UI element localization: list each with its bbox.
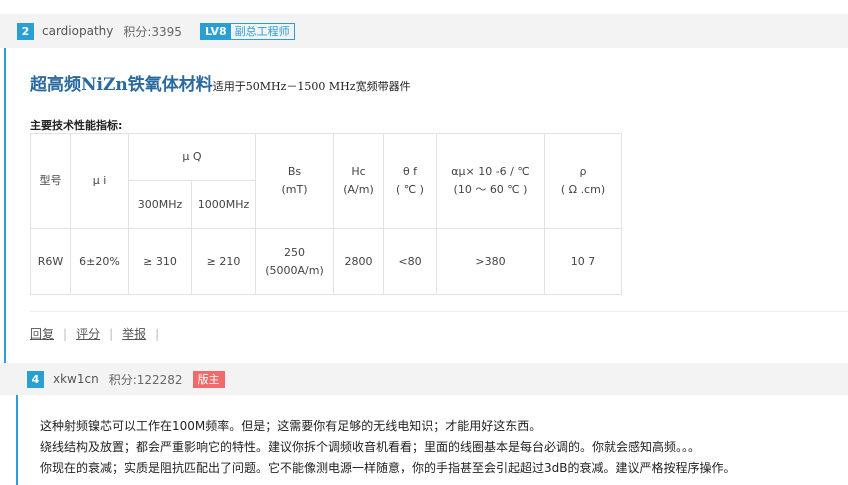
post-title-main: 超高频NiZn铁氧体材料 (30, 75, 213, 95)
cell-model: R6W (30, 228, 71, 295)
reply-link[interactable]: 回复 (30, 327, 54, 341)
cell-hc: 2800 (333, 228, 384, 295)
header-bs-name: Bs (287, 165, 302, 178)
header-rho: ρ ( Ω .cm) (544, 133, 622, 229)
post-body-line: 你现在的衰减；实质是阻抗匹配出了问题。它不能像测电源一样随意，你的手指甚至会引起… (40, 461, 736, 475)
header-300mhz: 300MHz (128, 180, 192, 229)
moderator-badge: 版主 (192, 370, 225, 388)
header-bs-unit: (mT) (281, 183, 308, 196)
user-score: 积分:122282 (108, 372, 183, 387)
header-rho-unit: ( Ω .cm) (560, 183, 606, 196)
header-1000mhz: 1000MHz (191, 180, 256, 229)
post-header: 2 cardiopathy 积分:3395 LV8 副总工程师 (0, 14, 848, 48)
timeline-line (4, 30, 6, 380)
user-level-badge: LV8 副总工程师 (199, 22, 295, 40)
post-divider (30, 311, 848, 312)
header-theta: θ f ( ℃ ) (383, 133, 437, 229)
cell-bs-condition: (5000A/m) (265, 263, 324, 277)
cell-bs: 250 (5000A/m) (255, 228, 334, 295)
header-alpha: αμ× 10 -6 / ℃ (10 ～ 60 ℃ ) (436, 133, 545, 229)
level-number: LV8 (200, 22, 231, 40)
post-body: 这种射频镍芯可以工作在100M频率。但是；这需要你有足够的无线电知识；才能用好这… (40, 416, 736, 479)
post-title: 超高频NiZn铁氧体材料适用于50MHz－1500 MHz宽频带器件 (30, 70, 411, 95)
action-separator: | (109, 327, 114, 341)
spec-heading: 主要技术性能指标: (30, 119, 123, 132)
post-header: 4 xkw1cn 积分:122282 版主 (0, 363, 848, 395)
header-hc-name: Hc (351, 165, 366, 178)
cell-300mhz: ≥ 310 (128, 228, 192, 295)
report-link[interactable]: 举报 (122, 327, 146, 341)
post-body-line: 这种射频镍芯可以工作在100M频率。但是；这需要你有足够的无线电知识；才能用好这… (40, 419, 542, 433)
header-alpha-name: αμ× 10 -6 / ℃ (451, 165, 530, 178)
cell-rho: 10 7 (544, 228, 622, 295)
user-score: 积分:3395 (123, 24, 182, 39)
header-alpha-unit: (10 ～ 60 ℃ ) (453, 183, 528, 196)
header-rho-name: ρ (579, 165, 587, 178)
header-bs: Bs (mT) (255, 133, 334, 229)
post-actions: 回复 | 评分 | 举报 | (30, 325, 168, 342)
header-theta-name: θ f (402, 165, 418, 178)
floor-number-badge: 2 (17, 22, 34, 40)
header-mui: μ i (70, 133, 129, 229)
timeline-line (16, 380, 18, 485)
header-hc: Hc (A/m) (333, 133, 384, 229)
header-muq: μ Q (128, 133, 256, 181)
header-theta-unit: ( ℃ ) (396, 183, 424, 196)
rate-link[interactable]: 评分 (76, 327, 100, 341)
cell-bs-value: 250 (284, 245, 305, 259)
action-separator: | (155, 327, 160, 341)
floor-number-badge: 4 (27, 370, 44, 388)
post-body-line: 绕线结构及放置；都会严重影响它的特性。建议你拆个调频收音机看看；里面的线圈基本是… (40, 440, 701, 454)
cell-1000mhz: ≥ 210 (191, 228, 256, 295)
action-separator: | (63, 327, 68, 341)
username-link[interactable]: xkw1cn (53, 372, 99, 386)
cell-alpha: >380 (436, 228, 545, 295)
header-model: 型号 (30, 133, 71, 229)
spec-table: 型号 μ i μ Q Bs (mT) Hc (A/m) θ f ( ℃ ) αμ… (30, 133, 622, 295)
username-link[interactable]: cardiopathy (42, 24, 113, 38)
post-title-sub: 适用于50MHz－1500 MHz宽频带器件 (212, 80, 411, 93)
cell-theta: <80 (383, 228, 437, 295)
level-title: 副总工程师 (234, 24, 290, 38)
cell-mui: 6±20% (70, 228, 129, 295)
header-hc-unit: (A/m) (343, 183, 374, 196)
